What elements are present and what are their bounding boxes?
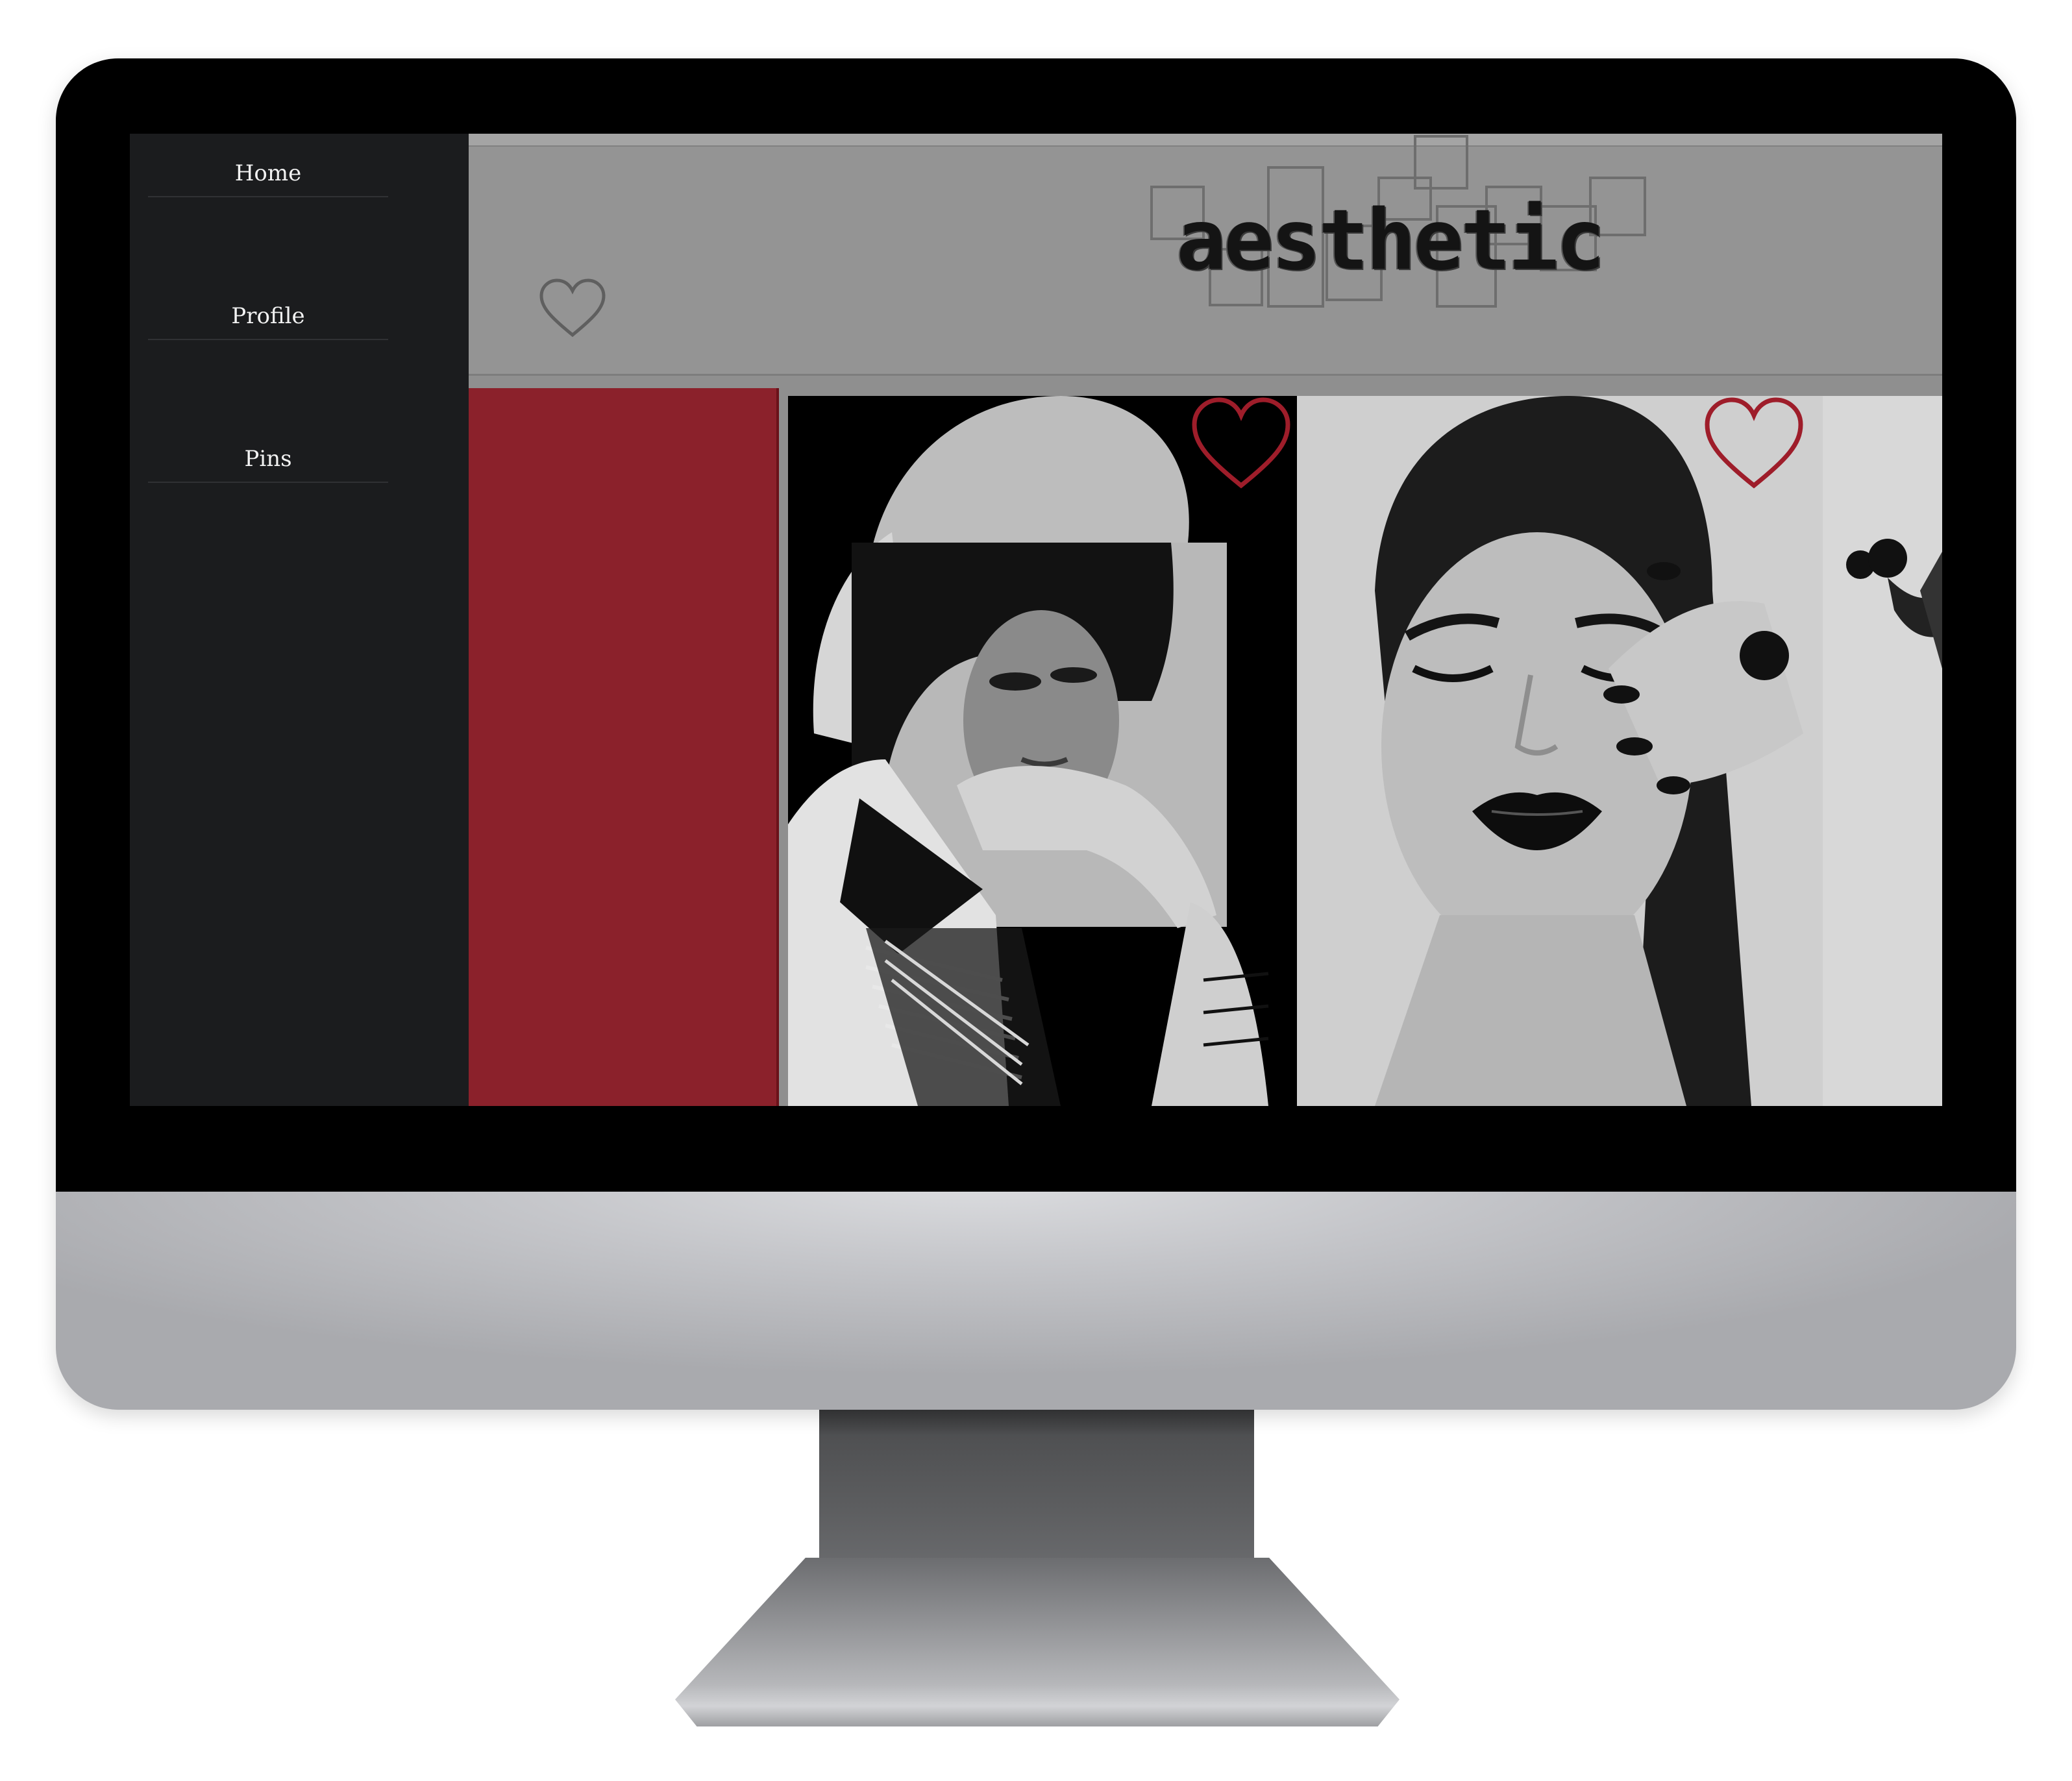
nav-item-label: Profile bbox=[231, 303, 305, 329]
heart-like-icon[interactable] bbox=[1190, 396, 1292, 491]
stand-shadow bbox=[819, 1410, 1254, 1436]
monitor-stand-base bbox=[675, 1558, 1400, 1726]
header-divider bbox=[469, 374, 1942, 376]
screen: Home Profile Pins aesthetic bbox=[130, 134, 1942, 1106]
nav-item-pins[interactable]: Pins bbox=[148, 436, 388, 483]
sidebar-nav: Home Profile Pins bbox=[130, 134, 469, 1106]
main-content: aesthetic bbox=[469, 134, 1942, 1106]
pin-image-partial bbox=[1823, 396, 1942, 1106]
pin-card[interactable] bbox=[788, 396, 1297, 1106]
pin-card[interactable] bbox=[1297, 396, 1823, 1106]
nav-item-label: Pins bbox=[244, 446, 292, 472]
logo-text: aesthetic bbox=[1176, 192, 1606, 289]
nav-item-home[interactable]: Home bbox=[148, 151, 388, 197]
heart-like-icon[interactable] bbox=[1703, 396, 1805, 491]
logo-square bbox=[1414, 135, 1468, 190]
aesthetic-logo: aesthetic bbox=[1150, 134, 1663, 308]
pin-card[interactable] bbox=[1823, 396, 1942, 1106]
heart-outline-icon[interactable] bbox=[539, 278, 606, 339]
pin-image-bob-portrait bbox=[788, 396, 1297, 1106]
pin-image-lipstick-portrait bbox=[1297, 396, 1823, 1106]
page-header: aesthetic bbox=[469, 134, 1942, 376]
pin-color-block[interactable] bbox=[469, 388, 779, 1106]
nav-item-profile[interactable]: Profile bbox=[148, 293, 388, 340]
nav-item-label: Home bbox=[234, 160, 302, 186]
